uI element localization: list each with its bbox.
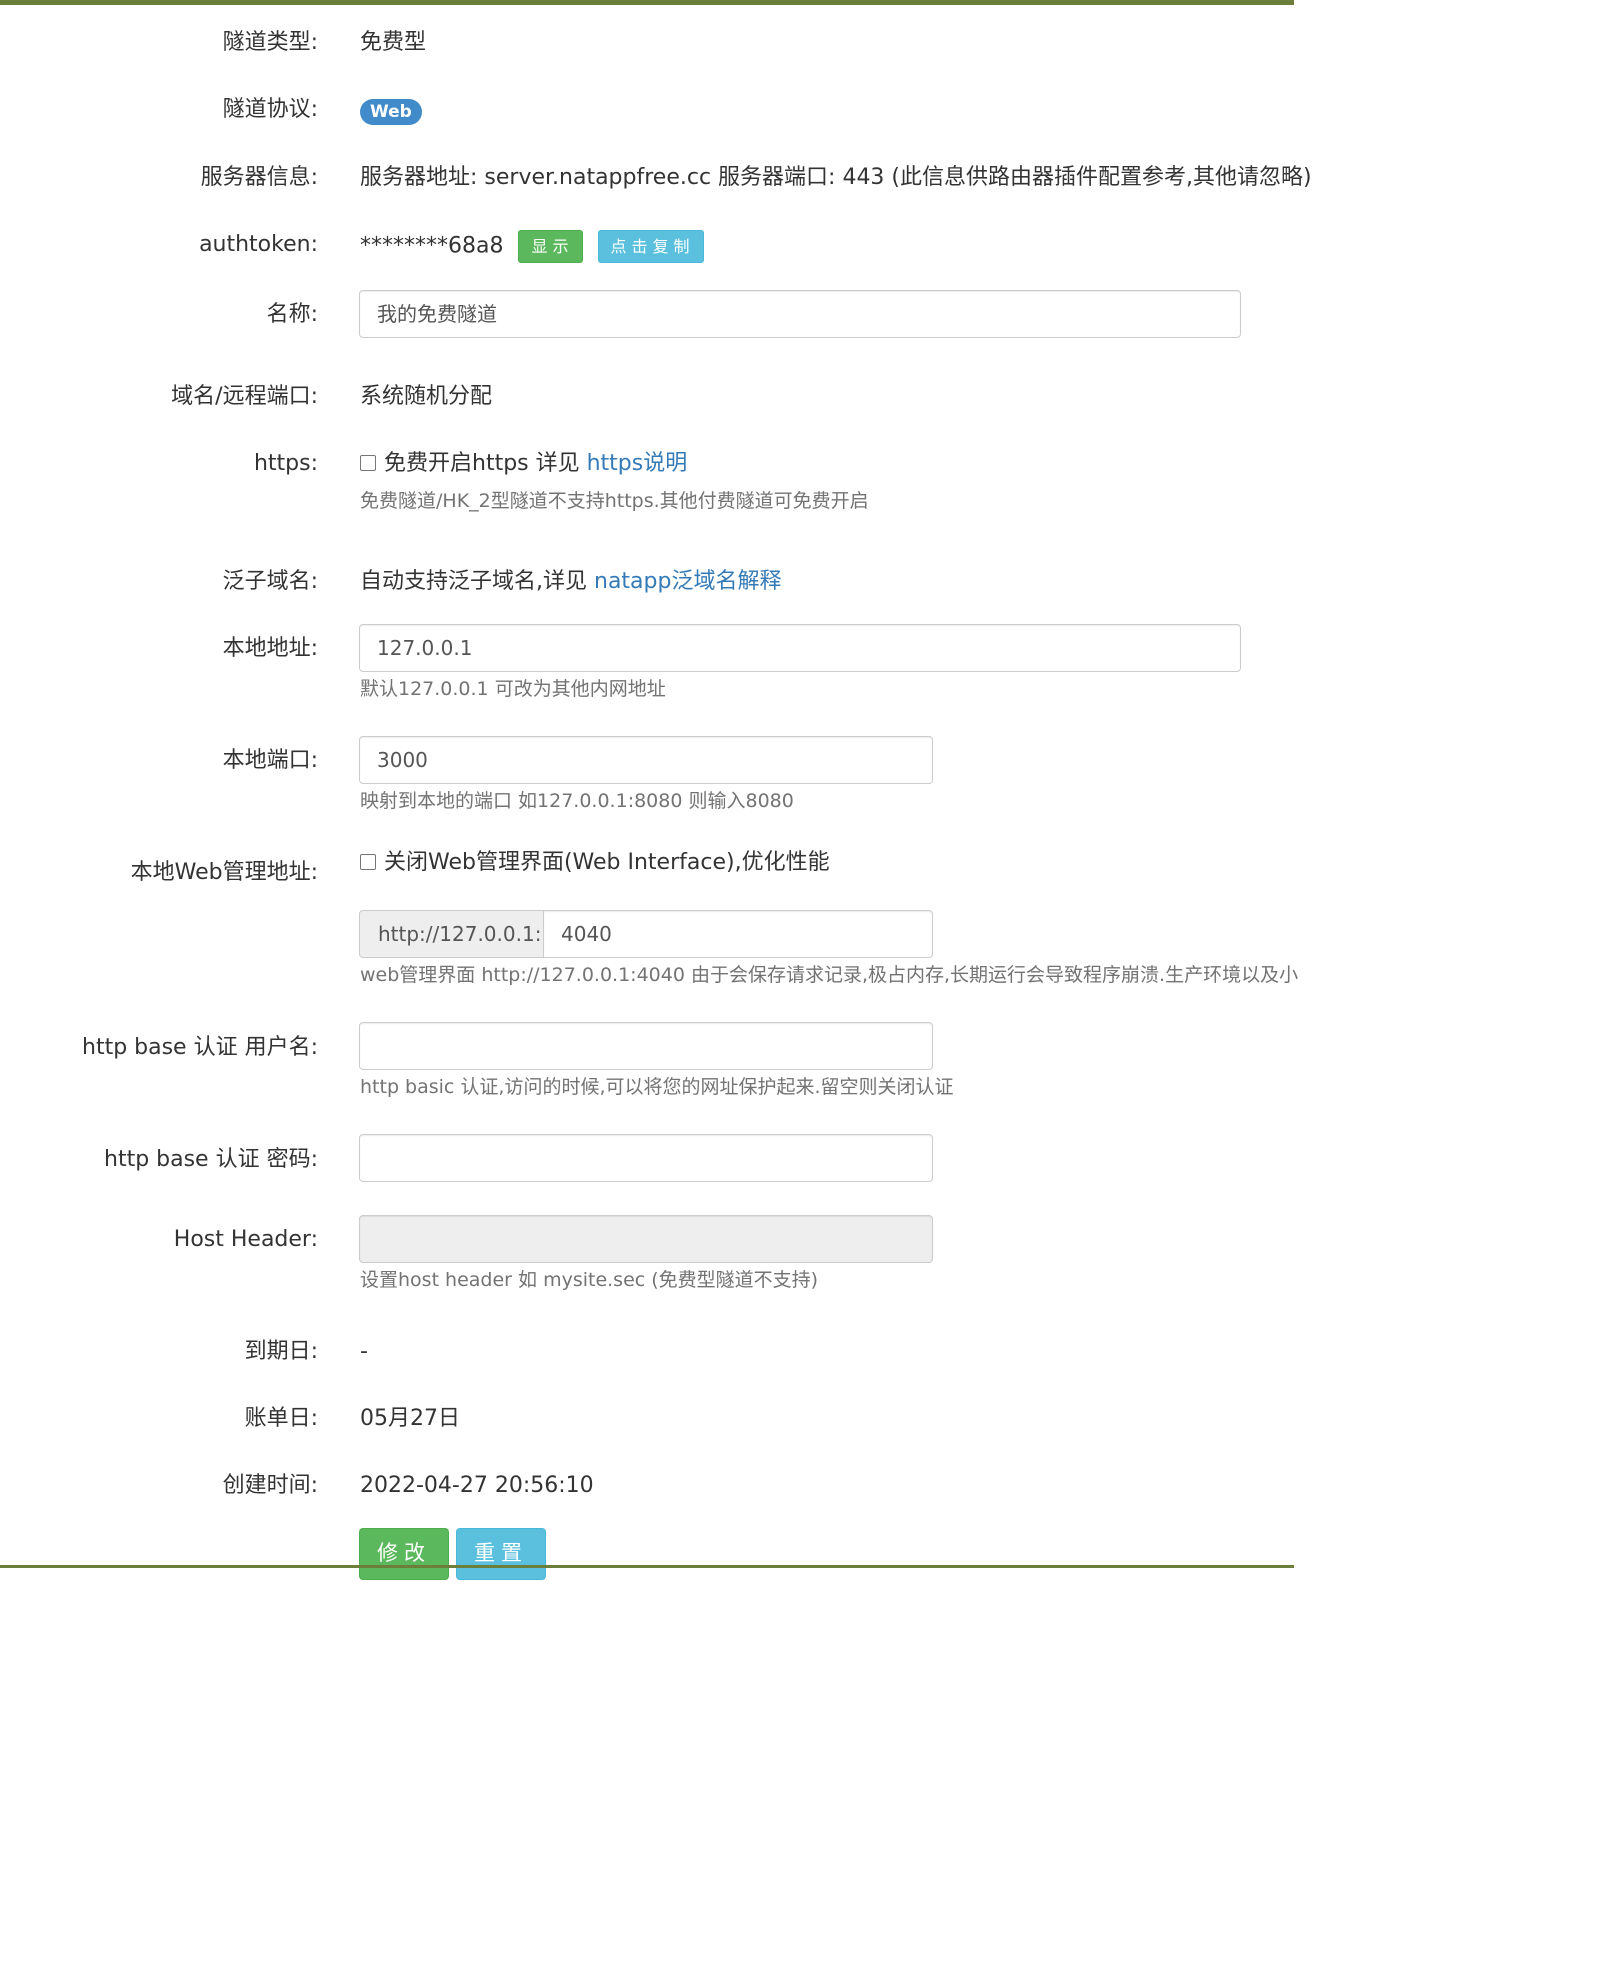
show-token-button[interactable]: 显示: [518, 230, 583, 263]
host-header-help: 设置host header 如 mysite.sec (免费型隧道不支持): [360, 1269, 819, 1291]
https-option: 免费开启https 详见 https说明: [360, 449, 687, 479]
bottom-accent-bar: [0, 1565, 1294, 1568]
local-address-label: 本地地址:: [222, 636, 318, 661]
authtoken-label: authtoken:: [199, 232, 318, 257]
wildcard-help-link[interactable]: natapp泛域名解释: [594, 569, 781, 594]
wildcard-text: 自动支持泛子域名,详见: [360, 569, 594, 594]
tunnel-type-label: 隧道类型:: [222, 30, 318, 55]
https-checkbox[interactable]: [360, 455, 376, 471]
web-admin-url-prefix: http://127.0.0.1:: [359, 910, 544, 958]
wildcard-label: 泛子域名:: [222, 569, 318, 594]
basic-auth-help: http basic 认证,访问的时候,可以将您的网址保护起来.留空则关闭认证: [360, 1076, 954, 1098]
billing-label: 账单日:: [244, 1406, 318, 1431]
local-address-input[interactable]: 127.0.0.1: [359, 624, 1241, 672]
basic-auth-user-input[interactable]: [359, 1022, 933, 1070]
name-label: 名称:: [266, 302, 318, 327]
web-admin-label: 本地Web管理地址:: [130, 860, 318, 885]
https-checkbox-text: 免费开启https 详见: [384, 451, 587, 476]
local-address-help: 默认127.0.0.1 可改为其他内网地址: [360, 678, 666, 700]
disable-web-interface-checkbox[interactable]: [360, 854, 376, 870]
expiry-label: 到期日:: [244, 1339, 318, 1364]
tunnel-type-value: 免费型: [360, 30, 427, 55]
https-help-link[interactable]: https说明: [587, 451, 688, 476]
local-port-help: 映射到本地的端口 如127.0.0.1:8080 则输入8080: [360, 790, 794, 812]
top-accent-bar: [0, 0, 1294, 5]
protocol-badge: Web: [360, 99, 422, 125]
server-info-value: 服务器地址: server.natappfree.cc 服务器端口: 443 (…: [360, 165, 1312, 190]
modify-button[interactable]: 修改: [359, 1528, 449, 1580]
authtoken-row: ********68a8 显示 点击复制: [360, 230, 704, 263]
wildcard-value: 自动支持泛子域名,详见 natapp泛域名解释: [360, 567, 781, 597]
basic-auth-pass-input[interactable]: [359, 1134, 933, 1182]
web-admin-help: web管理界面 http://127.0.0.1:4040 由于会保存请求记录,…: [360, 964, 1299, 986]
https-label: https:: [253, 451, 318, 476]
web-admin-option: 关闭Web管理界面(Web Interface),优化性能: [360, 848, 830, 878]
reset-button[interactable]: 重置: [456, 1528, 546, 1580]
local-port-label: 本地端口:: [222, 748, 318, 773]
expiry-value: -: [360, 1339, 368, 1364]
disable-web-interface-text: 关闭Web管理界面(Web Interface),优化性能: [384, 850, 830, 875]
authtoken-value: ********68a8: [360, 233, 504, 259]
billing-value: 05月27日: [360, 1406, 460, 1431]
local-port-input[interactable]: 3000: [359, 736, 933, 784]
server-info-label: 服务器信息:: [200, 165, 318, 190]
protocol-value: Web: [360, 96, 422, 126]
name-input[interactable]: 我的免费隧道: [359, 290, 1241, 338]
host-header-input: [359, 1215, 933, 1263]
basic-auth-pass-label: http base 认证 密码:: [104, 1147, 318, 1172]
protocol-label: 隧道协议:: [222, 97, 318, 122]
basic-auth-user-label: http base 认证 用户名:: [82, 1035, 318, 1060]
created-label: 创建时间:: [222, 1473, 318, 1498]
created-value: 2022-04-27 20:56:10: [360, 1473, 594, 1498]
web-admin-port-input[interactable]: 4040: [543, 910, 933, 958]
domain-port-label: 域名/远程端口:: [171, 384, 318, 409]
host-header-label: Host Header:: [173, 1227, 318, 1252]
copy-token-button[interactable]: 点击复制: [597, 230, 704, 263]
https-help-text: 免费隧道/HK_2型隧道不支持https.其他付费隧道可免费开启: [360, 490, 869, 512]
domain-port-value: 系统随机分配: [360, 384, 493, 409]
